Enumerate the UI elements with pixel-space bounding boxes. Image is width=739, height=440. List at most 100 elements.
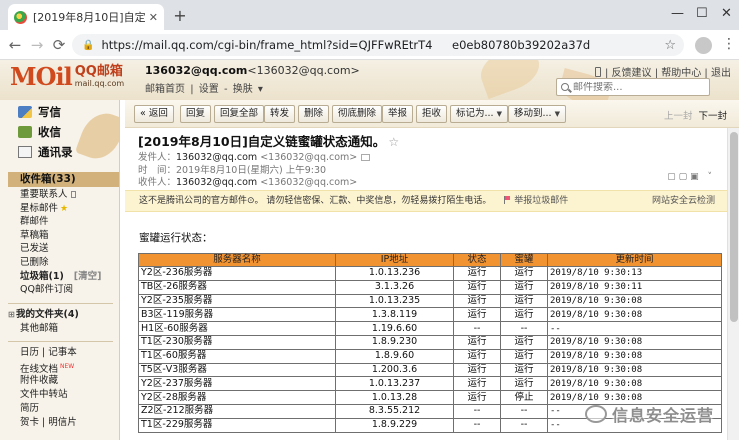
table-cell: 1.0.13.235 bbox=[335, 293, 454, 309]
mail-view-tools[interactable]: ▢▢▣ ˅ bbox=[667, 172, 715, 182]
top-links[interactable]: | 反馈建议 | 帮助中心 | 退出 bbox=[594, 64, 731, 79]
star-outline-icon[interactable]: ☆ bbox=[388, 135, 399, 149]
sender-name[interactable]: 136032@qq.com bbox=[176, 152, 257, 163]
sidebar-item-other-mail[interactable]: 其他邮箱 bbox=[8, 322, 119, 336]
table-header-row: 服务器名称 IP地址 状态 蜜罐 更新时间 bbox=[138, 253, 722, 267]
table-cell: 运行 bbox=[453, 307, 501, 323]
safety-check-link[interactable]: 网站安全云检测 bbox=[652, 191, 715, 211]
table-cell: 1.8.9.60 bbox=[335, 348, 454, 364]
next-mail-link[interactable]: 下一封 bbox=[698, 111, 727, 122]
table-cell: 2019/8/10 9:30:08 bbox=[547, 376, 722, 392]
table-cell: 2019/8/10 9:30:08 bbox=[547, 334, 722, 350]
permanent-delete-button[interactable]: 彻底删除 bbox=[332, 105, 383, 123]
reply-button[interactable]: 回复 bbox=[180, 105, 212, 123]
dropdown-caret-icon[interactable]: ▾ bbox=[258, 84, 263, 95]
table-cell: 运行 bbox=[500, 348, 548, 364]
maximize-icon[interactable]: ☐ bbox=[696, 6, 708, 21]
report-button[interactable]: 举报 bbox=[382, 105, 414, 123]
table-cell: 1.8.9.230 bbox=[335, 334, 454, 350]
watermark: 信息安全运营 bbox=[585, 402, 714, 426]
column-header: 状态 bbox=[453, 253, 501, 267]
sidebar-item-sent[interactable]: 已发送 bbox=[20, 242, 119, 256]
sidebar-item-drafts[interactable]: 草稿箱 bbox=[20, 229, 119, 243]
sidebar-item-calendar-notes[interactable]: 日历 | 记事本 bbox=[20, 346, 119, 360]
bookmark-star-icon[interactable]: ☆ bbox=[664, 38, 676, 53]
minimize-icon[interactable]: — bbox=[671, 6, 684, 21]
profile-avatar[interactable] bbox=[695, 37, 712, 54]
leaf-decoration bbox=[474, 60, 546, 100]
qqmail-logo[interactable]: MOil QQ邮箱 mail.qq.com bbox=[10, 63, 124, 95]
sidebar-item-starred[interactable]: 星标邮件 ★ bbox=[20, 202, 119, 216]
clear-spam-link[interactable]: [清空] bbox=[74, 271, 102, 282]
link-settings[interactable]: 设置 bbox=[199, 84, 219, 95]
sidebar-item-file-transfer[interactable]: 文件中转站 bbox=[20, 388, 119, 402]
from-label: 发件人： bbox=[138, 152, 177, 163]
table-cell: T1区-60服务器 bbox=[138, 348, 336, 364]
sidebar-item-online-docs[interactable]: 在线文档 NEW bbox=[20, 360, 119, 375]
contact-card-icon bbox=[70, 191, 76, 198]
link-mail-home[interactable]: 邮箱首页 bbox=[145, 84, 185, 95]
mail-search-input[interactable] bbox=[573, 81, 693, 93]
sidebar-item-my-folders[interactable]: ⊞我的文件夹(4) bbox=[8, 308, 119, 322]
table-row: Y2区-236服务器 1.0.13.236 运行 运行 2019/8/10 9:30:1… bbox=[138, 266, 722, 281]
forward-button[interactable]: 转发 bbox=[264, 105, 296, 123]
contact-card-icon[interactable] bbox=[361, 154, 371, 161]
recipient-line: 收件人：136032@qq.com <136032@qq.com> bbox=[138, 177, 733, 190]
table-cell: 运行 bbox=[453, 376, 501, 392]
forward-icon[interactable]: → bbox=[28, 36, 46, 54]
browser-menu-icon[interactable]: ⋮ bbox=[722, 36, 736, 52]
table-cell: 运行 bbox=[453, 266, 501, 281]
column-header: 更新时间 bbox=[547, 253, 722, 267]
sidebar-item-subscriptions[interactable]: QQ邮件订阅 bbox=[20, 283, 119, 297]
back-button[interactable]: « 返回 bbox=[134, 105, 174, 123]
mail-subject: [2019年8月10日]自定义链蜜罐状态通知。 ☆ bbox=[138, 132, 733, 152]
phone-icon[interactable] bbox=[594, 67, 601, 77]
mail-search-box[interactable] bbox=[556, 78, 710, 96]
reply-all-button[interactable]: 回复全部 bbox=[214, 105, 265, 123]
table-row: Y2区-237服务器 1.0.13.237 运行 运行 2019/8/10 9:30:0… bbox=[138, 376, 722, 392]
back-icon[interactable]: ← bbox=[6, 36, 24, 54]
vertical-scrollbar[interactable] bbox=[727, 128, 739, 440]
reject-button[interactable]: 拒收 bbox=[416, 105, 448, 123]
table-row: T1区-60服务器 1.8.9.60 运行 运行 2019/8/10 9:30:08 bbox=[138, 348, 722, 364]
sidebar-item-group-mail[interactable]: 群邮件 bbox=[20, 215, 119, 229]
scrollbar-thumb[interactable] bbox=[730, 132, 738, 322]
contacts-button[interactable]: 通讯录 bbox=[18, 142, 119, 162]
browser-tab[interactable]: [2019年8月10日]自定义链… ✕ bbox=[8, 4, 164, 30]
sidebar-item-deleted[interactable]: 已删除 bbox=[20, 256, 119, 270]
tab-close-icon[interactable]: ✕ bbox=[149, 11, 158, 24]
mail-header-info: [2019年8月10日]自定义链蜜罐状态通知。 ☆ 发件人：136032@qq.c… bbox=[138, 132, 733, 190]
expand-icon[interactable]: ⊞ bbox=[8, 308, 16, 322]
table-cell: 运行 bbox=[453, 348, 501, 364]
move-to-dropdown[interactable]: 移动到... ▼ bbox=[508, 105, 566, 123]
close-window-icon[interactable]: ✕ bbox=[721, 6, 732, 21]
table-row: Y2区-235服务器 1.0.13.235 运行 运行 2019/8/10 9:30:0… bbox=[138, 293, 722, 309]
time-line: 时 间：2019年8月10日(星期六) 上午9:30 bbox=[138, 165, 733, 178]
sidebar-item-resume[interactable]: 简历 bbox=[20, 402, 119, 416]
table-cell: -- bbox=[500, 403, 548, 419]
new-badge: NEW bbox=[60, 363, 75, 370]
mark-as-dropdown[interactable]: 标记为... ▼ bbox=[450, 105, 508, 123]
new-tab-icon[interactable]: + bbox=[170, 6, 190, 26]
report-spam-link[interactable]: 举报垃圾邮件 bbox=[504, 196, 568, 206]
sidebar-item-attachments[interactable]: 附件收藏 bbox=[20, 374, 119, 388]
table-cell: Y2区-235服务器 bbox=[138, 293, 336, 309]
link-change-skin[interactable]: 换肤 bbox=[233, 84, 253, 95]
table-cell: H1区-60服务器 bbox=[138, 321, 336, 336]
sidebar-item-spam[interactable]: 垃圾箱(1) [清空] bbox=[20, 270, 119, 284]
sidebar-item-inbox[interactable]: 收件箱(33) bbox=[8, 172, 119, 187]
mail-header: MOil QQ邮箱 mail.qq.com 136032@qq.com<1360… bbox=[0, 60, 739, 100]
chevron-down-icon: ▼ bbox=[496, 110, 502, 118]
reload-icon[interactable]: ⟳ bbox=[50, 36, 68, 54]
sidebar-item-cards[interactable]: 贺卡 | 明信片 bbox=[20, 416, 119, 430]
receive-button[interactable]: 收信 bbox=[18, 122, 119, 142]
search-icon[interactable] bbox=[561, 83, 569, 91]
compose-button[interactable]: 写信 bbox=[18, 102, 119, 122]
sidebar-item-important-contacts[interactable]: 重要联系人 bbox=[20, 188, 119, 202]
url-field[interactable]: 🔒 https://mail.qq.com/cgi-bin/frame_html… bbox=[72, 34, 684, 56]
to-label: 收件人： bbox=[138, 177, 177, 188]
time-label: 时 间： bbox=[138, 164, 177, 176]
recipient-name[interactable]: 136032@qq.com bbox=[176, 177, 257, 188]
prev-mail-link[interactable]: 上一封 bbox=[664, 111, 693, 122]
delete-button[interactable]: 删除 bbox=[298, 105, 330, 123]
